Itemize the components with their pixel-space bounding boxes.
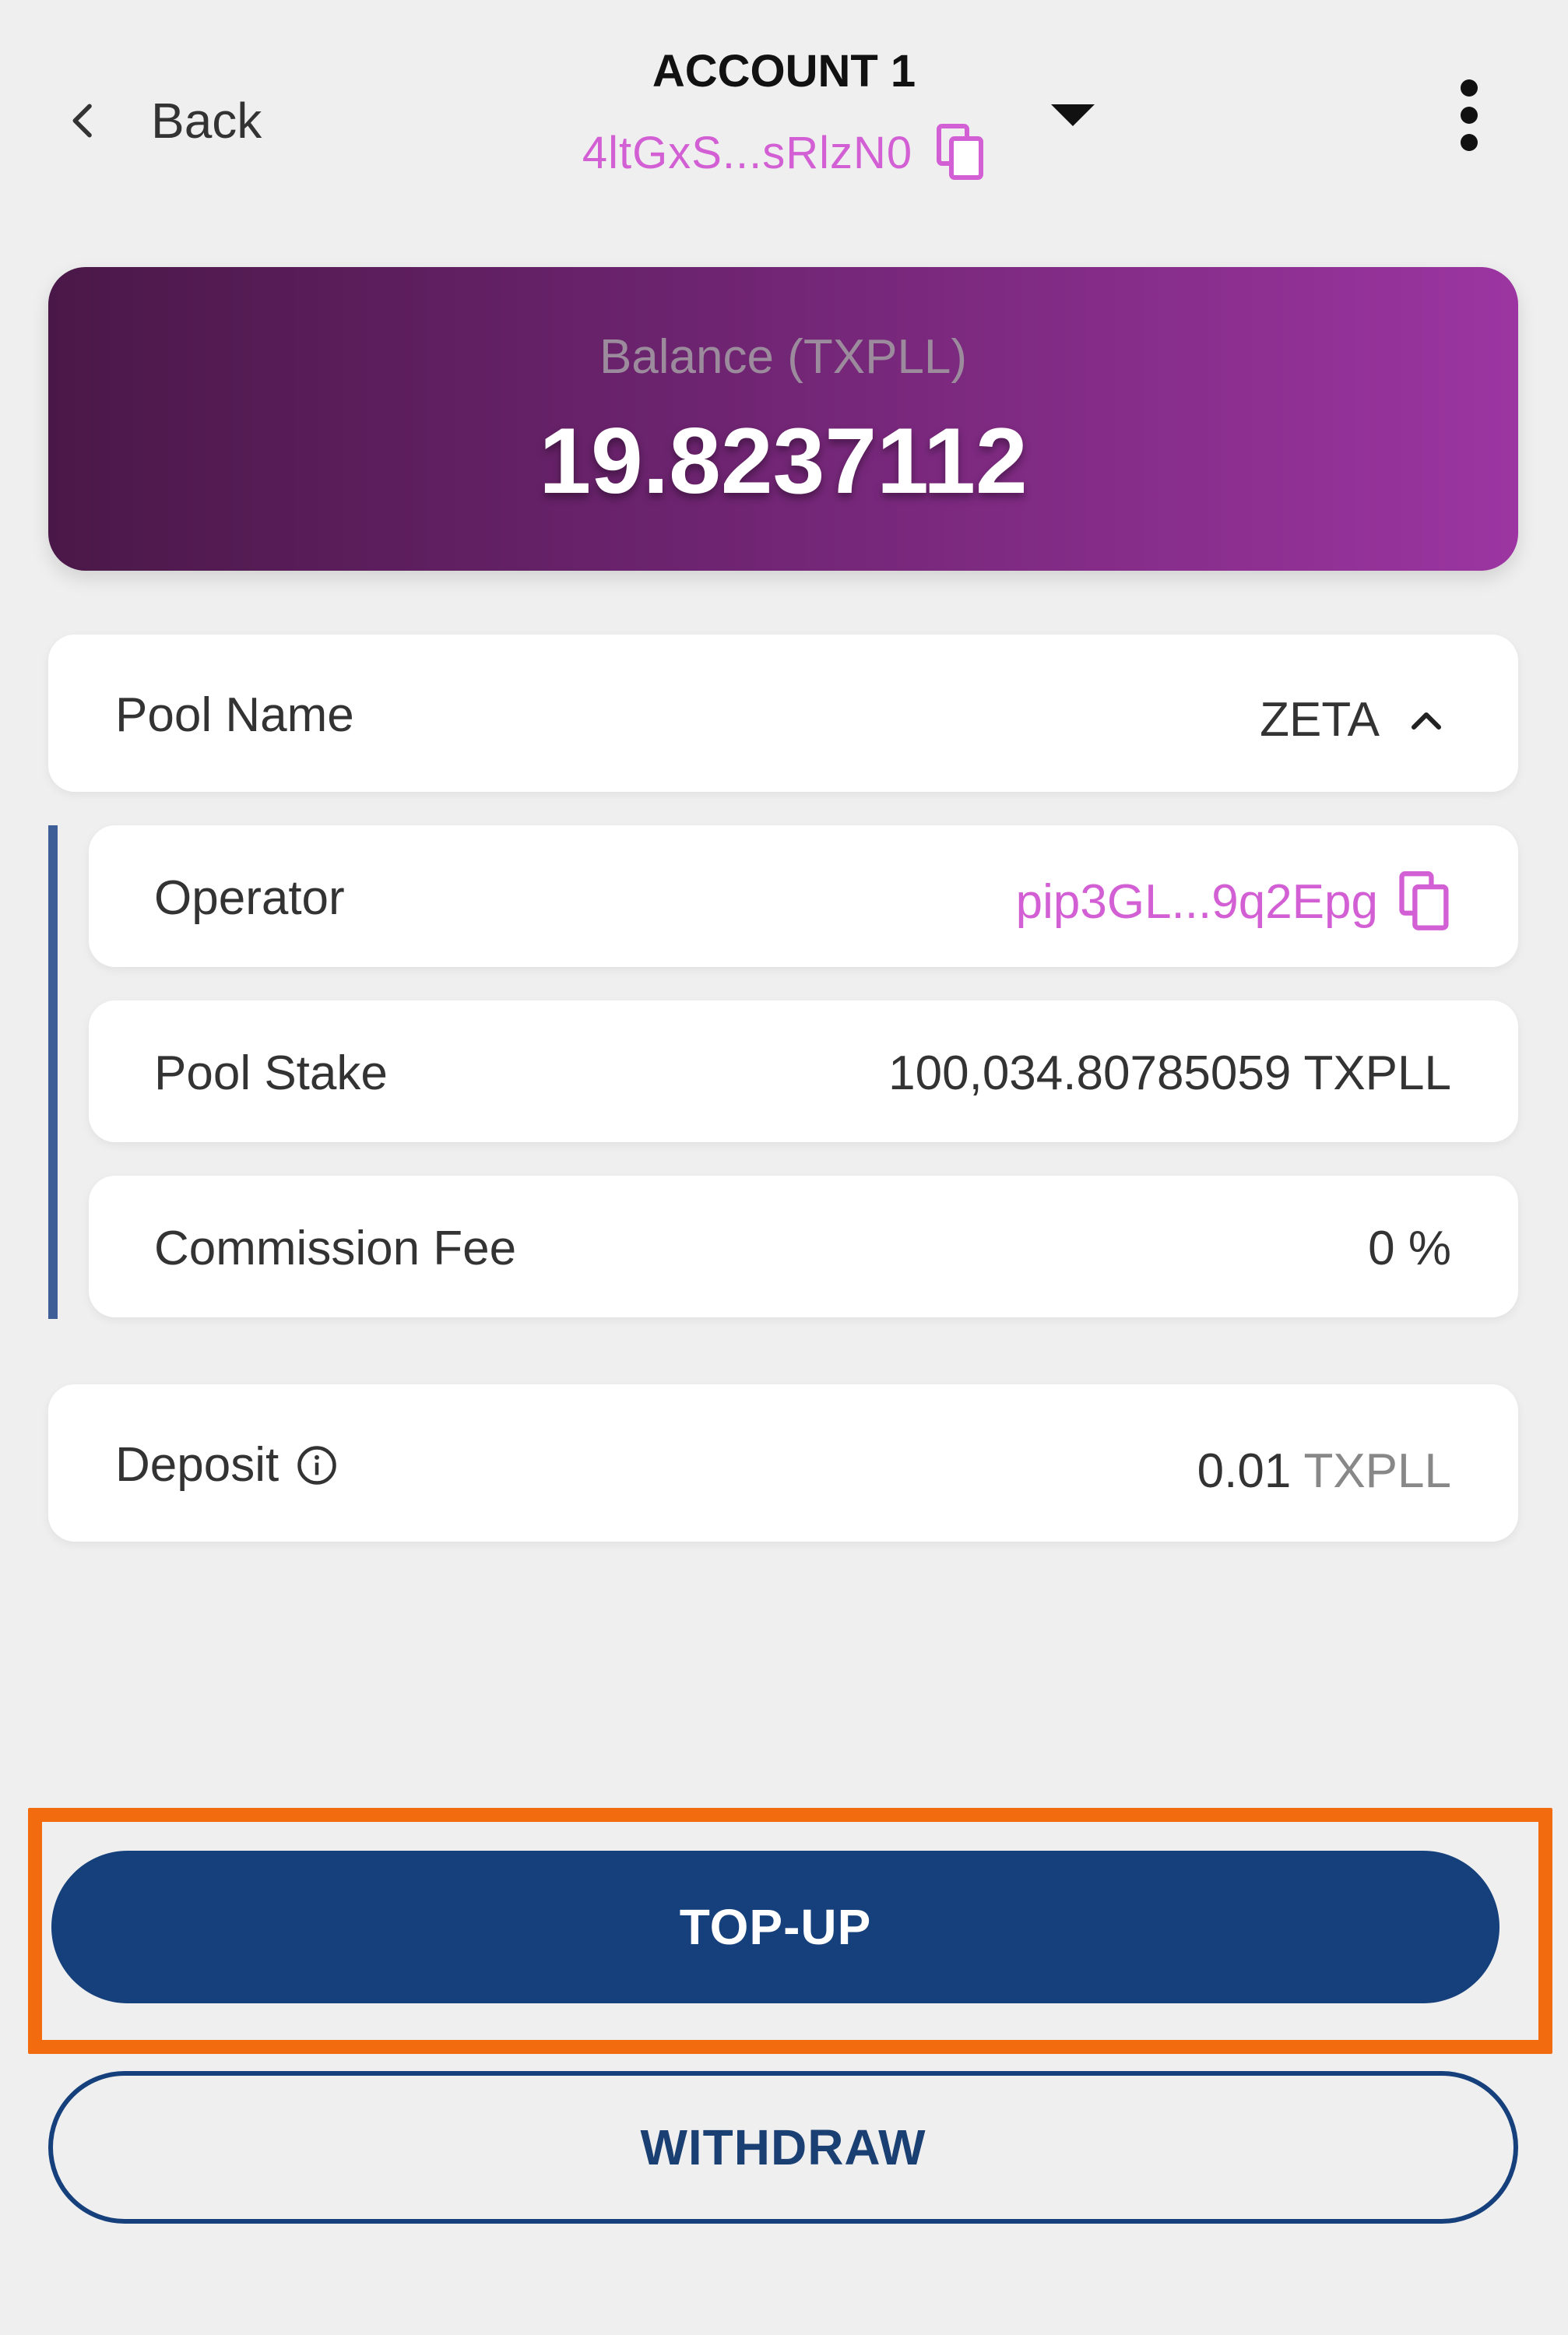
operator-label: Operator	[154, 871, 345, 925]
copy-icon[interactable]	[936, 123, 986, 182]
caret-down-icon[interactable]	[1048, 101, 1098, 133]
deposit-label: Deposit	[115, 1438, 279, 1492]
pool-stake-label: Pool Stake	[154, 1046, 388, 1100]
pool-name-label: Pool Name	[115, 688, 354, 742]
deposit-unit: TXPLL	[1303, 1444, 1451, 1498]
more-vertical-icon[interactable]	[1450, 76, 1489, 158]
operator-value-wrap: pip3GL...9q2Epg	[1016, 870, 1451, 933]
chevron-up-icon	[1409, 709, 1443, 732]
deposit-value: 0.01 TXPLL	[1197, 1444, 1451, 1499]
info-icon[interactable]	[296, 1444, 338, 1486]
operator-row: Operator pip3GL...9q2Epg	[89, 825, 1518, 967]
balance-card: Balance (TXPLL) 19.8237112	[48, 267, 1518, 571]
commission-fee-label: Commission Fee	[154, 1222, 517, 1275]
balance-label: Balance (TXPLL)	[599, 330, 968, 384]
account-address: 4ltGxS...sRlzN0	[582, 127, 913, 178]
account-title: ACCOUNT 1	[652, 46, 916, 97]
operator-value: pip3GL...9q2Epg	[1015, 874, 1378, 929]
pool-name-value-wrap: ZETA	[1260, 692, 1443, 747]
pool-details-divider	[48, 825, 58, 1319]
balance-value: 19.8237112	[539, 409, 1028, 513]
pool-name-value: ZETA	[1260, 693, 1380, 747]
commission-fee-value: 0 %	[1368, 1222, 1451, 1275]
pool-stake-row: Pool Stake 100,034.80785059 TXPLL	[89, 1000, 1518, 1142]
commission-fee-row: Commission Fee 0 %	[89, 1176, 1518, 1317]
pool-stake-value: 100,034.80785059 TXPLL	[888, 1046, 1451, 1100]
deposit-row: Deposit 0.01 TXPLL	[48, 1384, 1518, 1542]
pool-name-toggle[interactable]: Pool Name ZETA	[48, 635, 1518, 792]
deposit-amount: 0.01	[1197, 1444, 1292, 1498]
withdraw-button[interactable]: WITHDRAW	[48, 2071, 1518, 2224]
top-up-button[interactable]: TOP-UP	[51, 1851, 1499, 2003]
account-address-row: 4ltGxS...sRlzN0	[0, 123, 1568, 182]
copy-icon[interactable]	[1398, 870, 1451, 933]
deposit-label-wrap: Deposit	[115, 1437, 338, 1493]
